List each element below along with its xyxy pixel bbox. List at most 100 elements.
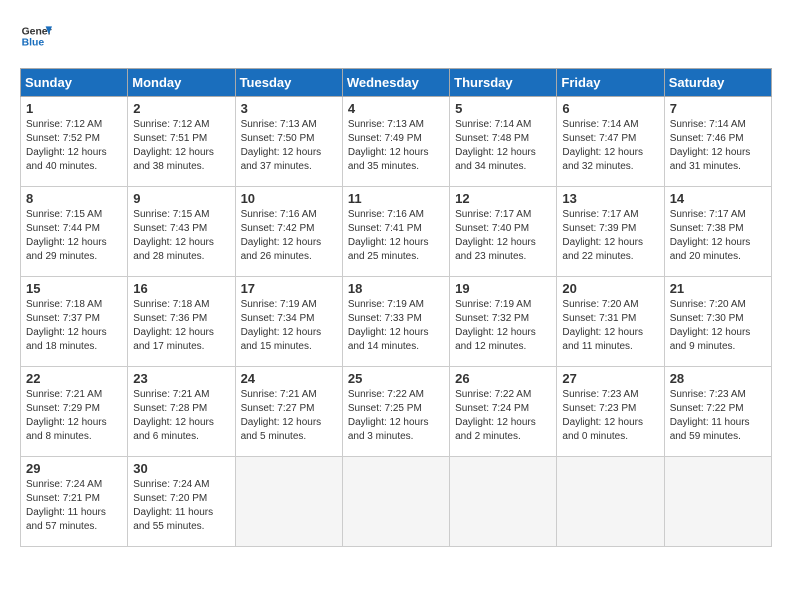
cell-content: Sunrise: 7:18 AMSunset: 7:37 PMDaylight:… (26, 298, 122, 354)
cell-content: Sunrise: 7:19 AMSunset: 7:32 PMDaylight:… (455, 298, 551, 354)
cell-content: Sunrise: 7:20 AMSunset: 7:31 PMDaylight:… (562, 298, 658, 354)
table-row: 16 Sunrise: 7:18 AMSunset: 7:36 PMDaylig… (128, 277, 235, 367)
table-row: 1 Sunrise: 7:12 AMSunset: 7:52 PMDayligh… (21, 97, 128, 187)
cell-content: Sunrise: 7:15 AMSunset: 7:43 PMDaylight:… (133, 208, 229, 264)
table-row: 3 Sunrise: 7:13 AMSunset: 7:50 PMDayligh… (235, 97, 342, 187)
table-row: 5 Sunrise: 7:14 AMSunset: 7:48 PMDayligh… (450, 97, 557, 187)
table-row: 10 Sunrise: 7:16 AMSunset: 7:42 PMDaylig… (235, 187, 342, 277)
logo-icon: General Blue (20, 20, 52, 52)
cell-content: Sunrise: 7:24 AMSunset: 7:21 PMDaylight:… (26, 478, 122, 534)
table-row: 25 Sunrise: 7:22 AMSunset: 7:25 PMDaylig… (342, 367, 449, 457)
cell-content: Sunrise: 7:23 AMSunset: 7:22 PMDaylight:… (670, 388, 766, 444)
table-row (450, 457, 557, 547)
weekday-header: Sunday (21, 69, 128, 97)
table-row (664, 457, 771, 547)
table-row: 22 Sunrise: 7:21 AMSunset: 7:29 PMDaylig… (21, 367, 128, 457)
day-number: 18 (348, 281, 444, 296)
day-number: 21 (670, 281, 766, 296)
table-row: 4 Sunrise: 7:13 AMSunset: 7:49 PMDayligh… (342, 97, 449, 187)
table-row: 30 Sunrise: 7:24 AMSunset: 7:20 PMDaylig… (128, 457, 235, 547)
table-row: 6 Sunrise: 7:14 AMSunset: 7:47 PMDayligh… (557, 97, 664, 187)
table-row: 7 Sunrise: 7:14 AMSunset: 7:46 PMDayligh… (664, 97, 771, 187)
cell-content: Sunrise: 7:18 AMSunset: 7:36 PMDaylight:… (133, 298, 229, 354)
table-row: 14 Sunrise: 7:17 AMSunset: 7:38 PMDaylig… (664, 187, 771, 277)
day-number: 26 (455, 371, 551, 386)
table-row: 9 Sunrise: 7:15 AMSunset: 7:43 PMDayligh… (128, 187, 235, 277)
day-number: 14 (670, 191, 766, 206)
weekday-header: Thursday (450, 69, 557, 97)
table-row: 2 Sunrise: 7:12 AMSunset: 7:51 PMDayligh… (128, 97, 235, 187)
day-number: 27 (562, 371, 658, 386)
cell-content: Sunrise: 7:20 AMSunset: 7:30 PMDaylight:… (670, 298, 766, 354)
cell-content: Sunrise: 7:14 AMSunset: 7:48 PMDaylight:… (455, 118, 551, 174)
table-row: 27 Sunrise: 7:23 AMSunset: 7:23 PMDaylig… (557, 367, 664, 457)
day-number: 13 (562, 191, 658, 206)
table-row: 13 Sunrise: 7:17 AMSunset: 7:39 PMDaylig… (557, 187, 664, 277)
table-row: 26 Sunrise: 7:22 AMSunset: 7:24 PMDaylig… (450, 367, 557, 457)
weekday-header: Monday (128, 69, 235, 97)
table-row: 8 Sunrise: 7:15 AMSunset: 7:44 PMDayligh… (21, 187, 128, 277)
day-number: 9 (133, 191, 229, 206)
table-row: 18 Sunrise: 7:19 AMSunset: 7:33 PMDaylig… (342, 277, 449, 367)
day-number: 6 (562, 101, 658, 116)
day-number: 29 (26, 461, 122, 476)
table-row (235, 457, 342, 547)
table-row: 20 Sunrise: 7:20 AMSunset: 7:31 PMDaylig… (557, 277, 664, 367)
day-number: 16 (133, 281, 229, 296)
page-header: General Blue (20, 20, 772, 52)
cell-content: Sunrise: 7:22 AMSunset: 7:24 PMDaylight:… (455, 388, 551, 444)
cell-content: Sunrise: 7:17 AMSunset: 7:39 PMDaylight:… (562, 208, 658, 264)
cell-content: Sunrise: 7:22 AMSunset: 7:25 PMDaylight:… (348, 388, 444, 444)
cell-content: Sunrise: 7:17 AMSunset: 7:40 PMDaylight:… (455, 208, 551, 264)
cell-content: Sunrise: 7:21 AMSunset: 7:27 PMDaylight:… (241, 388, 337, 444)
day-number: 30 (133, 461, 229, 476)
weekday-header: Wednesday (342, 69, 449, 97)
weekday-header: Tuesday (235, 69, 342, 97)
cell-content: Sunrise: 7:19 AMSunset: 7:33 PMDaylight:… (348, 298, 444, 354)
cell-content: Sunrise: 7:24 AMSunset: 7:20 PMDaylight:… (133, 478, 229, 534)
day-number: 2 (133, 101, 229, 116)
table-row: 12 Sunrise: 7:17 AMSunset: 7:40 PMDaylig… (450, 187, 557, 277)
table-row: 17 Sunrise: 7:19 AMSunset: 7:34 PMDaylig… (235, 277, 342, 367)
day-number: 11 (348, 191, 444, 206)
day-number: 3 (241, 101, 337, 116)
day-number: 7 (670, 101, 766, 116)
table-row (342, 457, 449, 547)
cell-content: Sunrise: 7:15 AMSunset: 7:44 PMDaylight:… (26, 208, 122, 264)
cell-content: Sunrise: 7:17 AMSunset: 7:38 PMDaylight:… (670, 208, 766, 264)
weekday-header: Saturday (664, 69, 771, 97)
table-row: 28 Sunrise: 7:23 AMSunset: 7:22 PMDaylig… (664, 367, 771, 457)
cell-content: Sunrise: 7:16 AMSunset: 7:41 PMDaylight:… (348, 208, 444, 264)
day-number: 22 (26, 371, 122, 386)
cell-content: Sunrise: 7:21 AMSunset: 7:28 PMDaylight:… (133, 388, 229, 444)
weekday-header: Friday (557, 69, 664, 97)
table-row: 19 Sunrise: 7:19 AMSunset: 7:32 PMDaylig… (450, 277, 557, 367)
day-number: 12 (455, 191, 551, 206)
table-row: 21 Sunrise: 7:20 AMSunset: 7:30 PMDaylig… (664, 277, 771, 367)
day-number: 1 (26, 101, 122, 116)
svg-text:Blue: Blue (22, 38, 45, 49)
day-number: 10 (241, 191, 337, 206)
calendar-table: SundayMondayTuesdayWednesdayThursdayFrid… (20, 68, 772, 547)
cell-content: Sunrise: 7:12 AMSunset: 7:51 PMDaylight:… (133, 118, 229, 174)
cell-content: Sunrise: 7:12 AMSunset: 7:52 PMDaylight:… (26, 118, 122, 174)
table-row: 29 Sunrise: 7:24 AMSunset: 7:21 PMDaylig… (21, 457, 128, 547)
day-number: 8 (26, 191, 122, 206)
cell-content: Sunrise: 7:21 AMSunset: 7:29 PMDaylight:… (26, 388, 122, 444)
cell-content: Sunrise: 7:13 AMSunset: 7:49 PMDaylight:… (348, 118, 444, 174)
table-row: 23 Sunrise: 7:21 AMSunset: 7:28 PMDaylig… (128, 367, 235, 457)
table-row: 15 Sunrise: 7:18 AMSunset: 7:37 PMDaylig… (21, 277, 128, 367)
day-number: 23 (133, 371, 229, 386)
day-number: 25 (348, 371, 444, 386)
cell-content: Sunrise: 7:23 AMSunset: 7:23 PMDaylight:… (562, 388, 658, 444)
cell-content: Sunrise: 7:13 AMSunset: 7:50 PMDaylight:… (241, 118, 337, 174)
table-row: 24 Sunrise: 7:21 AMSunset: 7:27 PMDaylig… (235, 367, 342, 457)
day-number: 15 (26, 281, 122, 296)
day-number: 4 (348, 101, 444, 116)
table-row (557, 457, 664, 547)
day-number: 24 (241, 371, 337, 386)
day-number: 5 (455, 101, 551, 116)
day-number: 20 (562, 281, 658, 296)
cell-content: Sunrise: 7:16 AMSunset: 7:42 PMDaylight:… (241, 208, 337, 264)
cell-content: Sunrise: 7:19 AMSunset: 7:34 PMDaylight:… (241, 298, 337, 354)
